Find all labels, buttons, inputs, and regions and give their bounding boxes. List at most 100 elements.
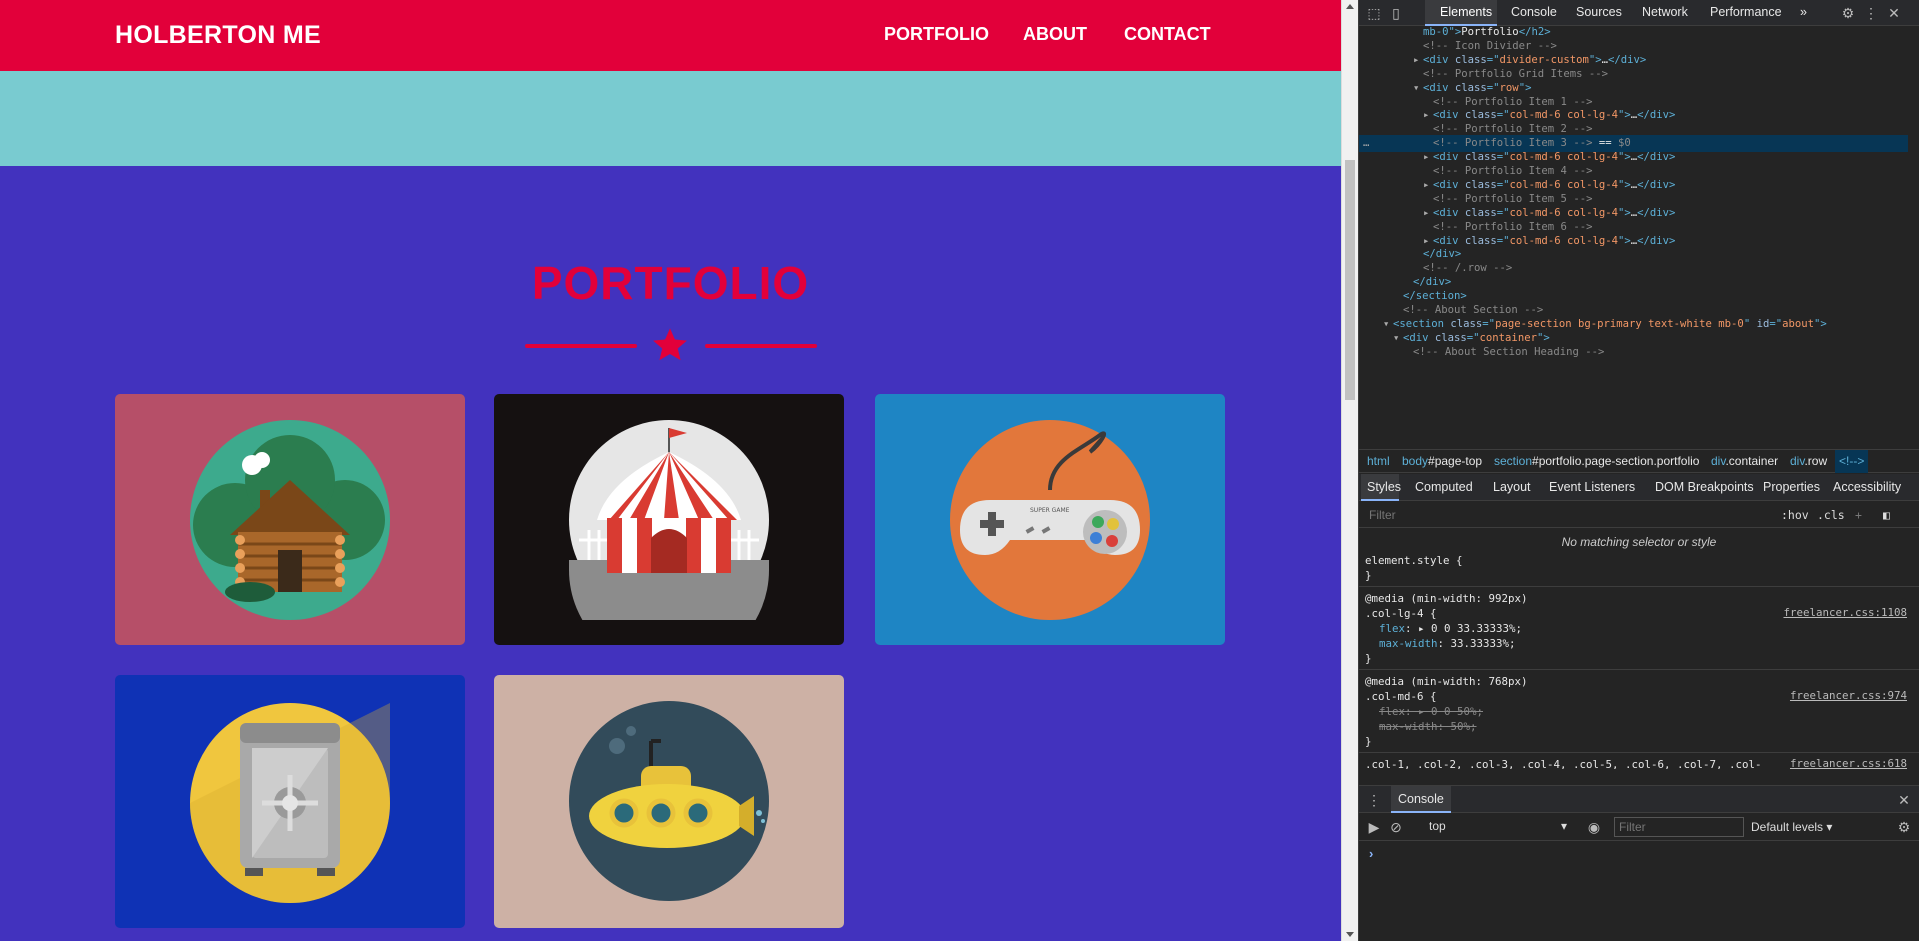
tab-styles[interactable]: Styles	[1367, 480, 1401, 494]
hov-toggle[interactable]: :hov	[1781, 508, 1809, 522]
expand-triangle-open-icon[interactable]: ▾	[1383, 316, 1389, 333]
expand-triangle-closed-icon[interactable]: ▸	[1413, 52, 1419, 69]
dom-token: ="	[1466, 331, 1480, 344]
dom-token: <div	[1433, 206, 1465, 219]
page-scrollbar[interactable]	[1341, 0, 1358, 941]
expand-triangle-closed-icon[interactable]: ▸	[1423, 205, 1429, 222]
scroll-up-arrow-icon[interactable]	[1346, 4, 1354, 9]
nav-link-contact[interactable]: CONTACT	[1124, 24, 1211, 45]
console-settings-gear-icon[interactable]: ⚙	[1895, 818, 1913, 836]
css-property-flex[interactable]: flex: ▸ 0 0 33.33333%;	[1379, 621, 1522, 636]
execution-context-value: top	[1429, 819, 1446, 833]
breadcrumb-item[interactable]: div.row	[1790, 454, 1827, 468]
selector-col-md-6[interactable]: .col-md-6 {	[1365, 689, 1437, 704]
breadcrumb-tag: html	[1367, 454, 1390, 468]
portfolio-item-submarine[interactable]	[494, 675, 844, 928]
dom-token: id	[1756, 317, 1770, 330]
portfolio-item-game-controller[interactable]: SUPER GAME	[875, 394, 1225, 645]
close-drawer-icon[interactable]: ✕	[1895, 791, 1913, 809]
source-link-974[interactable]: freelancer.css:974	[1790, 689, 1907, 702]
breadcrumb-item[interactable]: div.container	[1711, 454, 1778, 468]
breadcrumb-item[interactable]: section#portfolio.page-section.portfolio	[1494, 454, 1699, 468]
no-matching-selector-note: No matching selector or style	[1561, 535, 1717, 549]
dom-token: <!-- Portfolio Item 3 -->	[1433, 137, 1593, 150]
dom-token: </div>	[1413, 276, 1452, 289]
log-levels-select[interactable]: Default levels ▾	[1751, 820, 1832, 834]
expand-triangle-closed-icon[interactable]: ▸	[1423, 107, 1429, 124]
breadcrumb-item[interactable]: body#page-top	[1402, 454, 1482, 468]
dom-token: col-md-6 col-lg-4	[1509, 178, 1618, 191]
tab-computed[interactable]: Computed	[1415, 480, 1473, 494]
rule-close-brace: }	[1365, 735, 1372, 748]
live-expression-eye-icon[interactable]: ◉	[1585, 818, 1603, 836]
css-property-max-width-overridden[interactable]: max-width: 50%;	[1379, 719, 1477, 734]
portfolio-item-cabin[interactable]	[115, 394, 465, 645]
tab-console[interactable]: Console	[1511, 5, 1557, 19]
expand-triangle-closed-icon[interactable]: ▸	[1423, 177, 1429, 194]
inspect-element-icon[interactable]: ⬚	[1365, 4, 1383, 22]
show-sidebar-icon[interactable]: ▶	[1365, 818, 1383, 836]
tab-performance[interactable]: Performance	[1710, 5, 1782, 19]
page-scroll-thumb[interactable]	[1345, 160, 1355, 400]
dom-token: <div	[1433, 109, 1465, 122]
dom-token: <div	[1423, 53, 1455, 66]
tab-event-listeners[interactable]: Event Listeners	[1549, 480, 1635, 494]
selector-col-lg-4[interactable]: .col-lg-4 {	[1365, 606, 1437, 621]
dom-token: <!-- Portfolio Item 5 -->	[1433, 192, 1593, 205]
dom-token: class	[1464, 151, 1497, 164]
new-style-rule-icon[interactable]: +	[1855, 508, 1862, 522]
tab-accessibility[interactable]: Accessibility	[1833, 480, 1901, 494]
safe-icon	[190, 703, 390, 903]
console-prompt[interactable]: ›	[1369, 846, 1373, 861]
dom-token: ="	[1496, 234, 1510, 247]
expand-triangle-open-icon[interactable]: ▾	[1393, 330, 1399, 347]
kebab-menu-icon[interactable]: ⋮	[1862, 4, 1880, 22]
expand-triangle-open-icon[interactable]: ▾	[1413, 80, 1419, 97]
execution-context-select[interactable]: top ▾	[1429, 819, 1579, 837]
portfolio-item-safe[interactable]	[115, 675, 465, 928]
drawer-tab-console[interactable]: Console	[1398, 792, 1444, 806]
tab-dom-breakpoints[interactable]: DOM Breakpoints	[1655, 480, 1754, 494]
breadcrumb-tag: div	[1711, 454, 1726, 468]
dom-token: class	[1454, 81, 1487, 94]
close-devtools-icon[interactable]: ✕	[1885, 4, 1903, 22]
source-link-1108[interactable]: freelancer.css:1108	[1783, 606, 1907, 619]
dom-token: ="	[1769, 317, 1783, 330]
source-link-618[interactable]: freelancer.css:618	[1790, 757, 1907, 769]
element-style-rule[interactable]: element.style {	[1365, 553, 1463, 568]
tab-elements[interactable]: Elements	[1440, 5, 1492, 19]
dom-tree-line[interactable]: <!-- About Section Heading -->	[1413, 344, 1604, 361]
settings-gear-icon[interactable]: ⚙	[1839, 4, 1857, 22]
brand-logo[interactable]: HOLBERTON ME	[115, 21, 321, 50]
page-viewport: HOLBERTON ME PORTFOLIO ABOUT CONTACT POR…	[0, 0, 1341, 941]
tab-properties[interactable]: Properties	[1763, 480, 1820, 494]
tab-layout[interactable]: Layout	[1493, 480, 1531, 494]
device-toolbar-icon[interactable]: ▯	[1387, 4, 1405, 22]
dom-token: ">	[1617, 234, 1631, 247]
console-filter-input[interactable]	[1614, 817, 1744, 837]
dom-tree-line[interactable]: ▸ <div class="col-md-6 col-lg-4">…</div>	[1423, 233, 1675, 250]
breadcrumb-item[interactable]: html	[1367, 454, 1390, 468]
tab-sources[interactable]: Sources	[1576, 5, 1622, 19]
toggle-sidebar-icon[interactable]: ◧	[1883, 508, 1890, 522]
css-property-max-width[interactable]: max-width: 33.33333%;	[1379, 636, 1516, 651]
breadcrumb-item[interactable]: <!-->	[1839, 454, 1864, 468]
css-property-flex-overridden[interactable]: flex: ▸ 0 0 50%;	[1379, 704, 1483, 719]
cls-toggle[interactable]: .cls	[1817, 508, 1845, 522]
nav-link-portfolio[interactable]: PORTFOLIO	[884, 24, 989, 45]
selected-node-ellipsis-icon[interactable]: …	[1363, 135, 1369, 152]
drawer-menu-icon[interactable]: ⋮	[1365, 791, 1383, 809]
scroll-down-arrow-icon[interactable]	[1346, 932, 1354, 937]
clear-console-icon[interactable]: ⊘	[1387, 818, 1405, 836]
dom-token: </div>	[1637, 151, 1676, 164]
tab-network[interactable]: Network	[1642, 5, 1688, 19]
selector-col-grid[interactable]: .col-1, .col-2, .col-3, .col-4, .col-5, …	[1365, 757, 1762, 769]
console-drawer: ⋮ Console ✕ ▶ ⊘ top ▾ ◉ Default levels ▾ …	[1359, 785, 1919, 941]
nav-link-about[interactable]: ABOUT	[1023, 24, 1087, 45]
dom-tree[interactable]: mb-0">Portfolio</h2> <!-- Icon Divider --…	[1359, 27, 1908, 447]
expand-triangle-closed-icon[interactable]: ▸	[1423, 149, 1429, 166]
more-tabs-icon[interactable]: »	[1800, 5, 1807, 19]
styles-filter-input[interactable]	[1363, 505, 1763, 525]
dom-token: ="	[1486, 53, 1500, 66]
portfolio-item-circus-tent[interactable]	[494, 394, 844, 645]
